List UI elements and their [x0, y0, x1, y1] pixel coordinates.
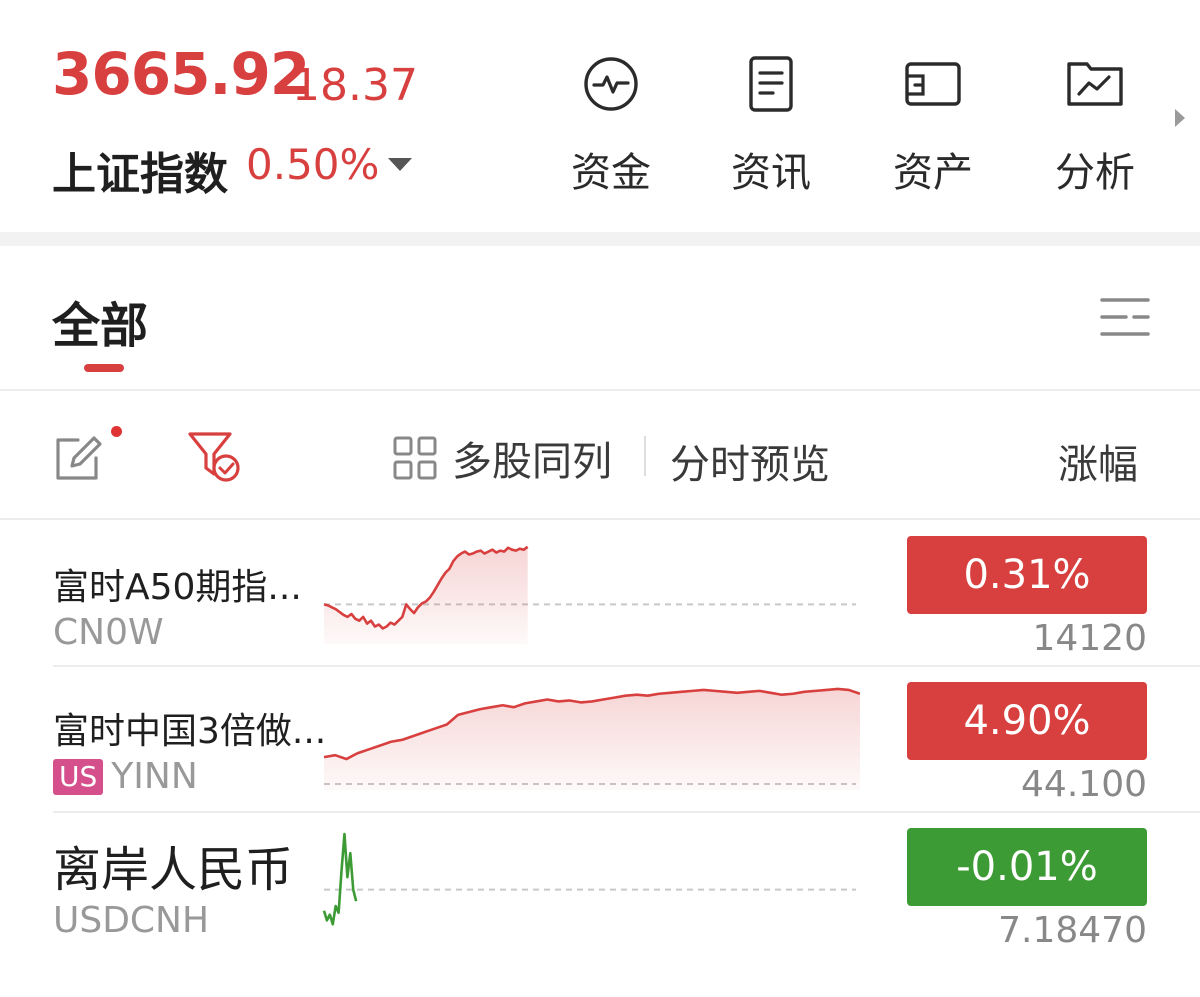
list-item[interactable]: 离岸人民币 USDCNH -0.01% 7.18470 [0, 812, 1200, 958]
tool-assets[interactable]: 资产 [878, 52, 988, 198]
market-badge: US [53, 758, 104, 795]
scroll-right-arrow-icon[interactable] [1175, 109, 1185, 127]
security-code: CN0W [53, 612, 164, 653]
grid-icon [393, 436, 437, 480]
notification-dot [111, 426, 122, 437]
tool-analysis[interactable]: 分析 [1040, 52, 1150, 198]
last-price: 7.18470 [998, 910, 1147, 951]
security-name: 富时中国3倍做... [53, 711, 327, 752]
sparkline-chart [323, 687, 860, 790]
toolbar-separator [644, 436, 646, 476]
security-code: US YINN [53, 756, 198, 797]
multi-stock-label: 多股同列 [452, 439, 612, 485]
tool-analysis-label: 分析 [1055, 150, 1135, 196]
caret-down-icon[interactable] [388, 158, 412, 171]
sparkline-area [324, 546, 528, 644]
change-pct-badge[interactable]: -0.01% [907, 828, 1147, 906]
menu-icon[interactable] [1100, 294, 1150, 340]
index-price: 3665.92 [52, 40, 310, 108]
last-price: 44.100 [1021, 764, 1147, 805]
edit-icon[interactable] [52, 428, 108, 484]
index-name: 上证指数 [52, 149, 228, 200]
list-item[interactable]: 富时A50期指... CN0W 0.31% 14120 [0, 520, 1200, 666]
intraday-preview-button[interactable]: 分时预览 [670, 432, 830, 490]
sparkline-line [322, 832, 358, 926]
security-code-text: CN0W [53, 612, 164, 653]
index-header: 3665.92 18.37 上证指数 0.50% 资金 资讯 资产 分析 [0, 0, 1200, 232]
security-name: 富时A50期指... [53, 567, 302, 608]
security-name: 离岸人民币 [53, 842, 294, 898]
wallet-icon [905, 62, 961, 106]
sparkline-chart [323, 545, 856, 644]
divider [0, 389, 1200, 391]
multi-stock-button[interactable]: 多股同列 [392, 430, 612, 486]
security-code-text: YINN [111, 756, 198, 797]
tab-active-indicator [84, 364, 124, 372]
sparkline-chart [322, 832, 856, 926]
security-code: USDCNH [53, 900, 209, 941]
chart-folder-icon [1067, 62, 1123, 106]
pulse-circle-icon [584, 57, 638, 111]
filter-check-icon[interactable] [186, 428, 244, 484]
security-code-text: USDCNH [53, 900, 210, 941]
list-item[interactable]: 富时中国3倍做... US YINN 4.90% 44.100 [0, 666, 1200, 812]
tool-capital-label: 资金 [571, 150, 651, 196]
tab-all[interactable]: 全部 [52, 286, 148, 356]
sort-change-pct-button[interactable]: 涨幅 [1058, 432, 1138, 490]
tool-news-label: 资讯 [731, 150, 811, 196]
change-pct-badge[interactable]: 4.90% [907, 682, 1147, 760]
tool-news[interactable]: 资讯 [716, 52, 826, 198]
tool-assets-label: 资产 [893, 150, 973, 196]
change-pct-badge[interactable]: 0.31% [907, 536, 1147, 614]
last-price: 14120 [1032, 618, 1147, 659]
index-change-pct: 0.50% [246, 140, 380, 189]
document-icon [749, 56, 793, 112]
section-separator [0, 232, 1200, 246]
index-change: 18.37 [292, 60, 418, 111]
tool-capital[interactable]: 资金 [556, 52, 666, 198]
